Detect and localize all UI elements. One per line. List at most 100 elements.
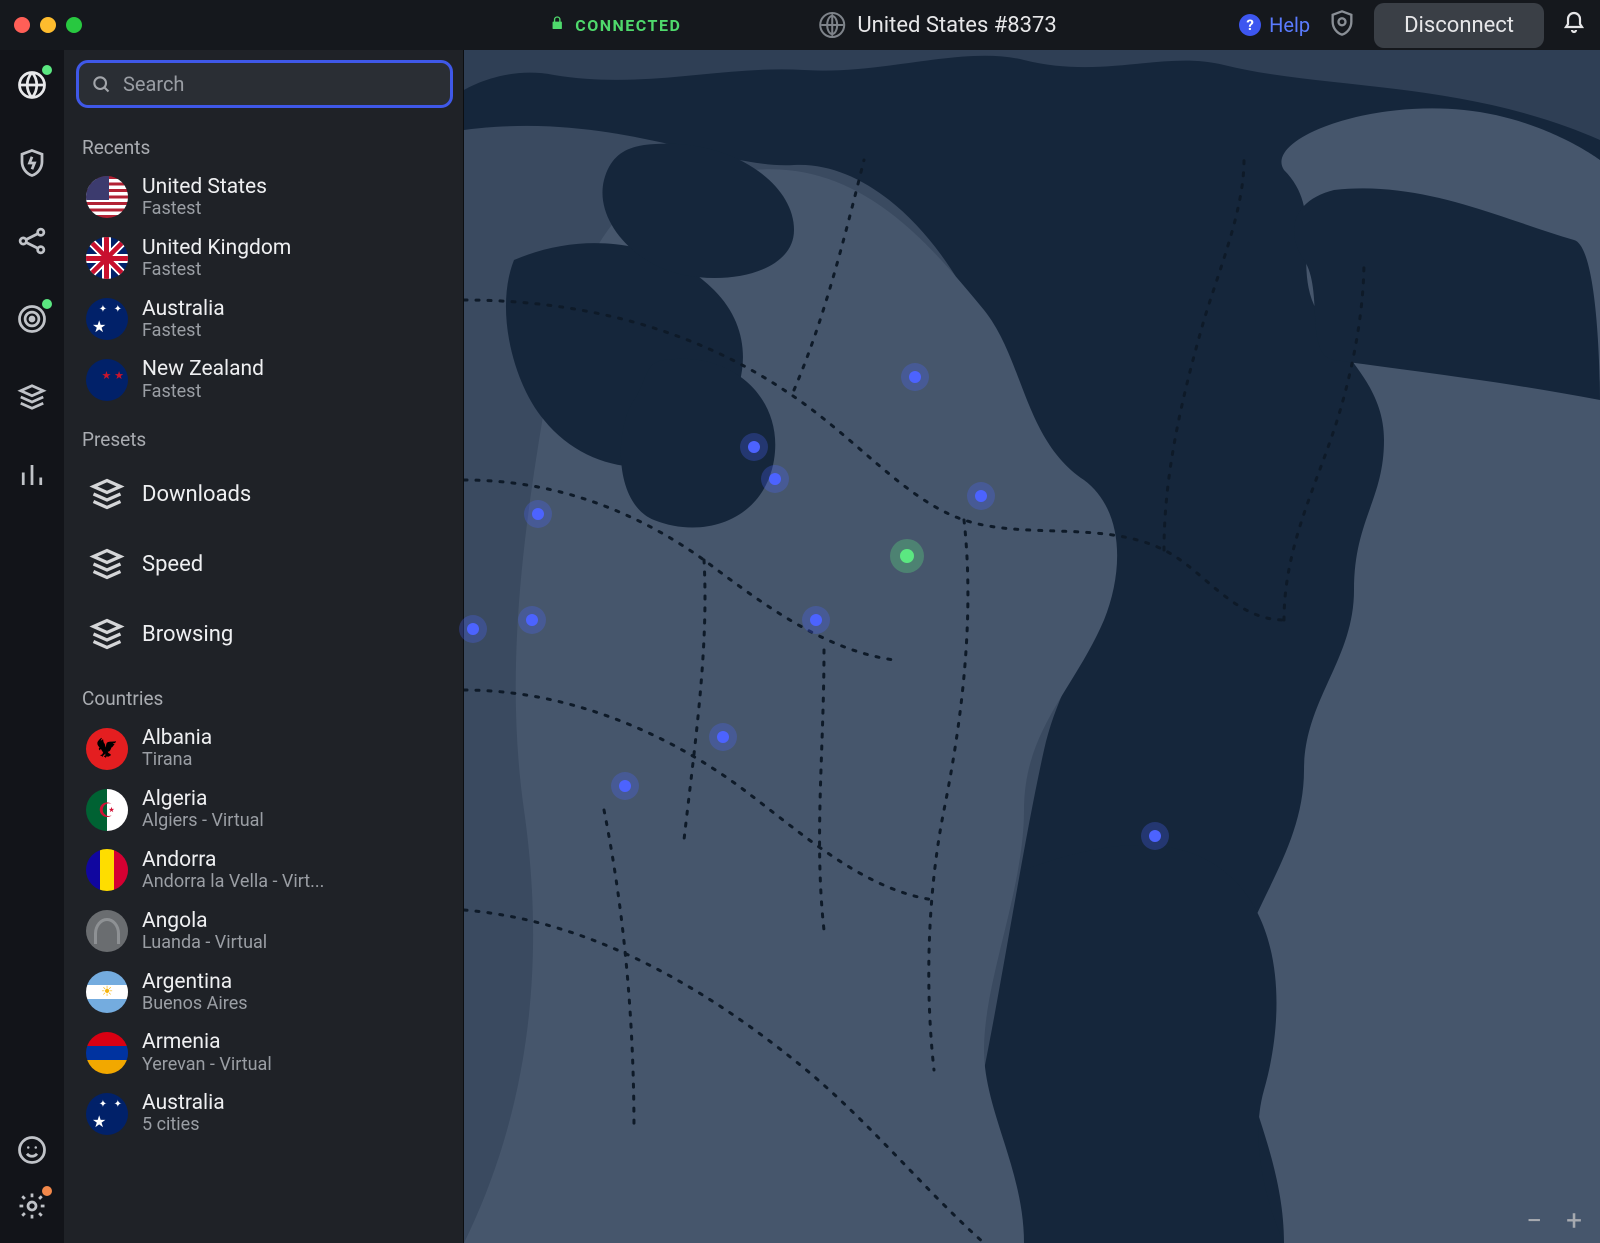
country-name: Argentina: [142, 970, 248, 994]
preset-name: Browsing: [142, 622, 233, 647]
preset-name: Downloads: [142, 482, 251, 507]
country-item[interactable]: Albania Tirana: [82, 718, 457, 779]
close-window-button[interactable]: [14, 17, 30, 33]
preset-name: Speed: [142, 552, 203, 577]
country-item[interactable]: Argentina Buenos Aires: [82, 962, 457, 1023]
connection-status-text: CONNECTED: [575, 16, 681, 35]
country-name: Algeria: [142, 787, 264, 811]
update-dot-icon: [42, 1186, 52, 1196]
window-titlebar: CONNECTED United States #8373 ? Help Dis…: [0, 0, 1600, 50]
nav-settings[interactable]: [15, 1189, 49, 1223]
flag-icon: [86, 849, 128, 891]
help-icon: ?: [1239, 14, 1261, 36]
country-sub: Tirana: [142, 750, 212, 771]
nav-presets[interactable]: [15, 380, 49, 414]
map-marker-active[interactable]: [890, 539, 924, 573]
country-name: Armenia: [142, 1030, 272, 1054]
country-sub: Yerevan - Virtual: [142, 1055, 272, 1076]
nav-vpn[interactable]: [15, 68, 49, 102]
current-server[interactable]: United States #8373: [815, 10, 1060, 40]
map-marker[interactable]: [802, 606, 830, 634]
dark-web-monitor-icon[interactable]: [1328, 9, 1356, 41]
notifications-icon[interactable]: [1562, 10, 1586, 40]
nav-rail: [0, 50, 64, 1243]
search-icon: [91, 74, 111, 94]
map-marker[interactable]: [709, 723, 737, 751]
country-name: Angola: [142, 909, 267, 933]
map-marker[interactable]: [524, 500, 552, 528]
flag-icon: [86, 237, 128, 279]
preset-item[interactable]: Browsing: [82, 599, 457, 669]
nav-radar[interactable]: [15, 302, 49, 336]
search-input[interactable]: [121, 71, 438, 97]
section-recents: Recents: [82, 136, 457, 159]
globe-icon: [819, 12, 845, 38]
country-sub: Fastest: [142, 382, 264, 403]
country-item[interactable]: Algeria Algiers - Virtual: [82, 779, 457, 840]
current-server-name: United States #8373: [857, 13, 1056, 38]
preset-icon: [86, 473, 128, 515]
lock-icon: [549, 14, 565, 36]
country-sub: Luanda - Virtual: [142, 933, 267, 954]
disconnect-button[interactable]: Disconnect: [1374, 3, 1544, 48]
preset-item[interactable]: Speed: [82, 529, 457, 599]
country-name: United Kingdom: [142, 236, 291, 260]
map[interactable]: − +: [464, 50, 1600, 1243]
preset-icon: [86, 613, 128, 655]
help-link[interactable]: ? Help: [1239, 13, 1310, 37]
flag-icon: [86, 359, 128, 401]
connection-status: CONNECTED: [539, 10, 691, 40]
flag-icon: [86, 298, 128, 340]
flag-icon: [86, 176, 128, 218]
preset-item[interactable]: Downloads: [82, 459, 457, 529]
recent-item[interactable]: Australia Fastest: [82, 289, 457, 350]
map-marker[interactable]: [1141, 822, 1169, 850]
country-name: New Zealand: [142, 357, 264, 381]
zoom-in-button[interactable]: +: [1566, 1207, 1582, 1235]
window-controls: [14, 17, 82, 33]
country-item[interactable]: Australia 5 cities: [82, 1083, 457, 1144]
search-field[interactable]: [76, 60, 453, 108]
maximize-window-button[interactable]: [66, 17, 82, 33]
map-marker[interactable]: [901, 363, 929, 391]
country-sub: Fastest: [142, 199, 267, 220]
map-marker[interactable]: [761, 465, 789, 493]
recent-item[interactable]: United Kingdom Fastest: [82, 228, 457, 289]
section-presets: Presets: [82, 428, 457, 451]
country-item[interactable]: Armenia Yerevan - Virtual: [82, 1022, 457, 1083]
map-marker[interactable]: [518, 606, 546, 634]
help-label: Help: [1269, 13, 1310, 37]
map-zoom: − +: [1526, 1207, 1582, 1235]
minimize-window-button[interactable]: [40, 17, 56, 33]
nav-feedback[interactable]: [15, 1133, 49, 1167]
country-name: Australia: [142, 1091, 225, 1115]
country-item[interactable]: Angola Luanda - Virtual: [82, 901, 457, 962]
flag-icon: [86, 1032, 128, 1074]
country-sub: Fastest: [142, 321, 225, 342]
nav-statistics[interactable]: [15, 458, 49, 492]
flag-icon: [86, 789, 128, 831]
nav-meshnet[interactable]: [15, 224, 49, 258]
section-countries: Countries: [82, 687, 457, 710]
status-dot-icon: [42, 299, 52, 309]
map-marker[interactable]: [740, 433, 768, 461]
map-marker[interactable]: [611, 772, 639, 800]
zoom-out-button[interactable]: −: [1526, 1207, 1542, 1235]
flag-icon: [86, 728, 128, 770]
server-panel: Recents United States Fastest United Kin…: [64, 50, 464, 1243]
recent-item[interactable]: New Zealand Fastest: [82, 349, 457, 410]
map-marker[interactable]: [459, 615, 487, 643]
country-item[interactable]: Andorra Andorra la Vella - Virt...: [82, 840, 457, 901]
country-name: United States: [142, 175, 267, 199]
country-sub: Fastest: [142, 260, 291, 281]
map-marker[interactable]: [967, 482, 995, 510]
preset-icon: [86, 543, 128, 585]
flag-icon: [86, 1093, 128, 1135]
flag-icon: [86, 971, 128, 1013]
country-sub: Algiers - Virtual: [142, 811, 264, 832]
country-sub: Andorra la Vella - Virt...: [142, 872, 324, 893]
nav-threat-protection[interactable]: [15, 146, 49, 180]
recent-item[interactable]: United States Fastest: [82, 167, 457, 228]
country-sub: Buenos Aires: [142, 994, 248, 1015]
country-name: Andorra: [142, 848, 324, 872]
